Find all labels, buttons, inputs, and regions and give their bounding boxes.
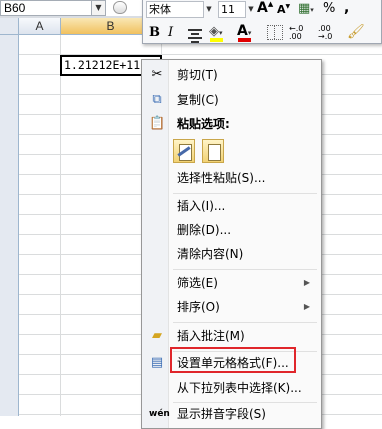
increase-decimal-button[interactable]: ←.0.00 xyxy=(289,25,313,41)
menu-item-label: 从下拉列表中选择(K)... xyxy=(177,381,302,395)
menu-item-insert-comment[interactable]: ▰ 插入批注(M) xyxy=(144,325,319,347)
submenu-arrow-icon: ▶ xyxy=(303,302,310,311)
phonetic-icon: wén xyxy=(149,409,170,419)
decrease-decimal-button[interactable]: .00 →.0 xyxy=(318,25,342,41)
menu-separator xyxy=(173,193,317,194)
row-headers[interactable] xyxy=(0,35,19,416)
column-header-a[interactable]: A xyxy=(19,18,61,35)
grow-font-button[interactable]: A▲ xyxy=(257,0,277,19)
decrease-decimal-bottom: →.0 xyxy=(318,32,333,41)
copy-icon: ⧉ xyxy=(152,92,162,107)
paint-bucket-icon: ◈ xyxy=(209,24,219,39)
comment-icon: ▰ xyxy=(152,328,162,343)
paintbrush-icon: 🖌 xyxy=(347,24,365,40)
menu-item-insert[interactable]: 插入(I)... xyxy=(144,195,319,217)
currency-icon: ▦ xyxy=(298,1,311,16)
grid-line xyxy=(60,35,61,416)
menu-paste-options-header: 📋 粘贴选项: xyxy=(144,113,319,135)
menu-separator xyxy=(173,322,317,323)
font-color-button[interactable]: A▾ xyxy=(237,23,259,42)
menu-item-pick-from-list[interactable]: 从下拉列表中选择(K)... xyxy=(144,377,319,399)
grow-font-icon: A xyxy=(257,0,268,16)
select-all-corner[interactable] xyxy=(0,18,19,35)
menu-item-clear-contents[interactable]: 清除内容(N) xyxy=(144,243,319,265)
menu-item-sort[interactable]: 排序(O) ▶ xyxy=(144,296,319,318)
formula-bar-resize-icon[interactable] xyxy=(113,1,127,14)
menu-item-label: 删除(D)... xyxy=(177,223,232,237)
menu-item-cut[interactable]: ✂ 剪切(T) xyxy=(144,64,319,86)
scissors-icon: ✂ xyxy=(151,67,163,82)
format-painter-button[interactable]: 🖌 xyxy=(347,24,365,42)
context-menu: ✂ 剪切(T) ⧉ 复制(C) 📋 粘贴选项: 选择性粘贴(S)... 插入(I… xyxy=(141,59,322,429)
menu-item-paste-special[interactable]: 选择性粘贴(S)... xyxy=(144,167,319,189)
menu-item-label: 插入(I)... xyxy=(177,199,226,213)
paste-formatting-icon[interactable] xyxy=(173,139,195,163)
menu-item-filter[interactable]: 筛选(E) ▶ xyxy=(144,272,319,294)
submenu-arrow-icon: ▶ xyxy=(303,278,310,287)
mini-toolbar: 宋体 ▼ 11 ▼ A▲ A▼ ▦▾ % , B I ◈▾ A▾ ←.0.00 … xyxy=(142,0,382,44)
percent-style-button[interactable]: % xyxy=(323,1,341,19)
menu-item-label: 粘贴选项: xyxy=(177,117,230,131)
borders-button[interactable] xyxy=(267,25,283,40)
fill-color-button[interactable]: ◈▾ xyxy=(209,24,231,43)
menu-item-copy[interactable]: ⧉ 复制(C) xyxy=(144,89,319,111)
number-format-button[interactable]: ▦▾ xyxy=(298,1,320,19)
fill-color-swatch xyxy=(210,38,223,42)
menu-item-label: 剪切(T) xyxy=(177,68,218,82)
align-center-button[interactable] xyxy=(187,27,203,43)
highlight-box xyxy=(170,347,296,373)
menu-separator xyxy=(173,269,317,270)
font-color-swatch xyxy=(238,38,251,42)
format-cells-icon: ▤ xyxy=(150,355,164,370)
paste-icon: 📋 xyxy=(149,116,166,131)
menu-item-label: 清除内容(N) xyxy=(177,247,244,261)
menu-item-delete[interactable]: 删除(D)... xyxy=(144,219,319,241)
shrink-font-icon: A xyxy=(277,3,286,16)
menu-item-label: 筛选(E) xyxy=(177,276,218,290)
menu-item-label: 排序(O) xyxy=(177,300,220,314)
shrink-font-button[interactable]: A▼ xyxy=(277,0,295,19)
paste-values-icon[interactable] xyxy=(202,139,224,163)
bold-button[interactable]: B xyxy=(149,25,163,42)
menu-item-label: 复制(C) xyxy=(177,93,219,107)
font-size-dropdown-icon[interactable]: ▼ xyxy=(246,1,256,18)
name-box-dropdown-icon[interactable]: ▼ xyxy=(92,0,106,16)
menu-item-label: 选择性粘贴(S)... xyxy=(177,171,266,185)
menu-item-label: 插入批注(M) xyxy=(177,329,245,343)
increase-decimal-bottom: .00 xyxy=(289,32,302,41)
font-name-box[interactable]: 宋体 xyxy=(146,1,204,18)
comma-style-button[interactable]: , xyxy=(344,0,358,18)
italic-button[interactable]: I xyxy=(168,25,182,42)
menu-item-show-phonetic[interactable]: wén 显示拼音字段(S) xyxy=(144,403,319,425)
font-color-icon: A xyxy=(237,23,248,39)
menu-item-label: 显示拼音字段(S) xyxy=(177,407,266,421)
name-box[interactable]: B60 xyxy=(0,0,92,16)
font-size-box[interactable]: 11 xyxy=(218,1,246,18)
font-name-dropdown-icon[interactable]: ▼ xyxy=(204,1,214,18)
